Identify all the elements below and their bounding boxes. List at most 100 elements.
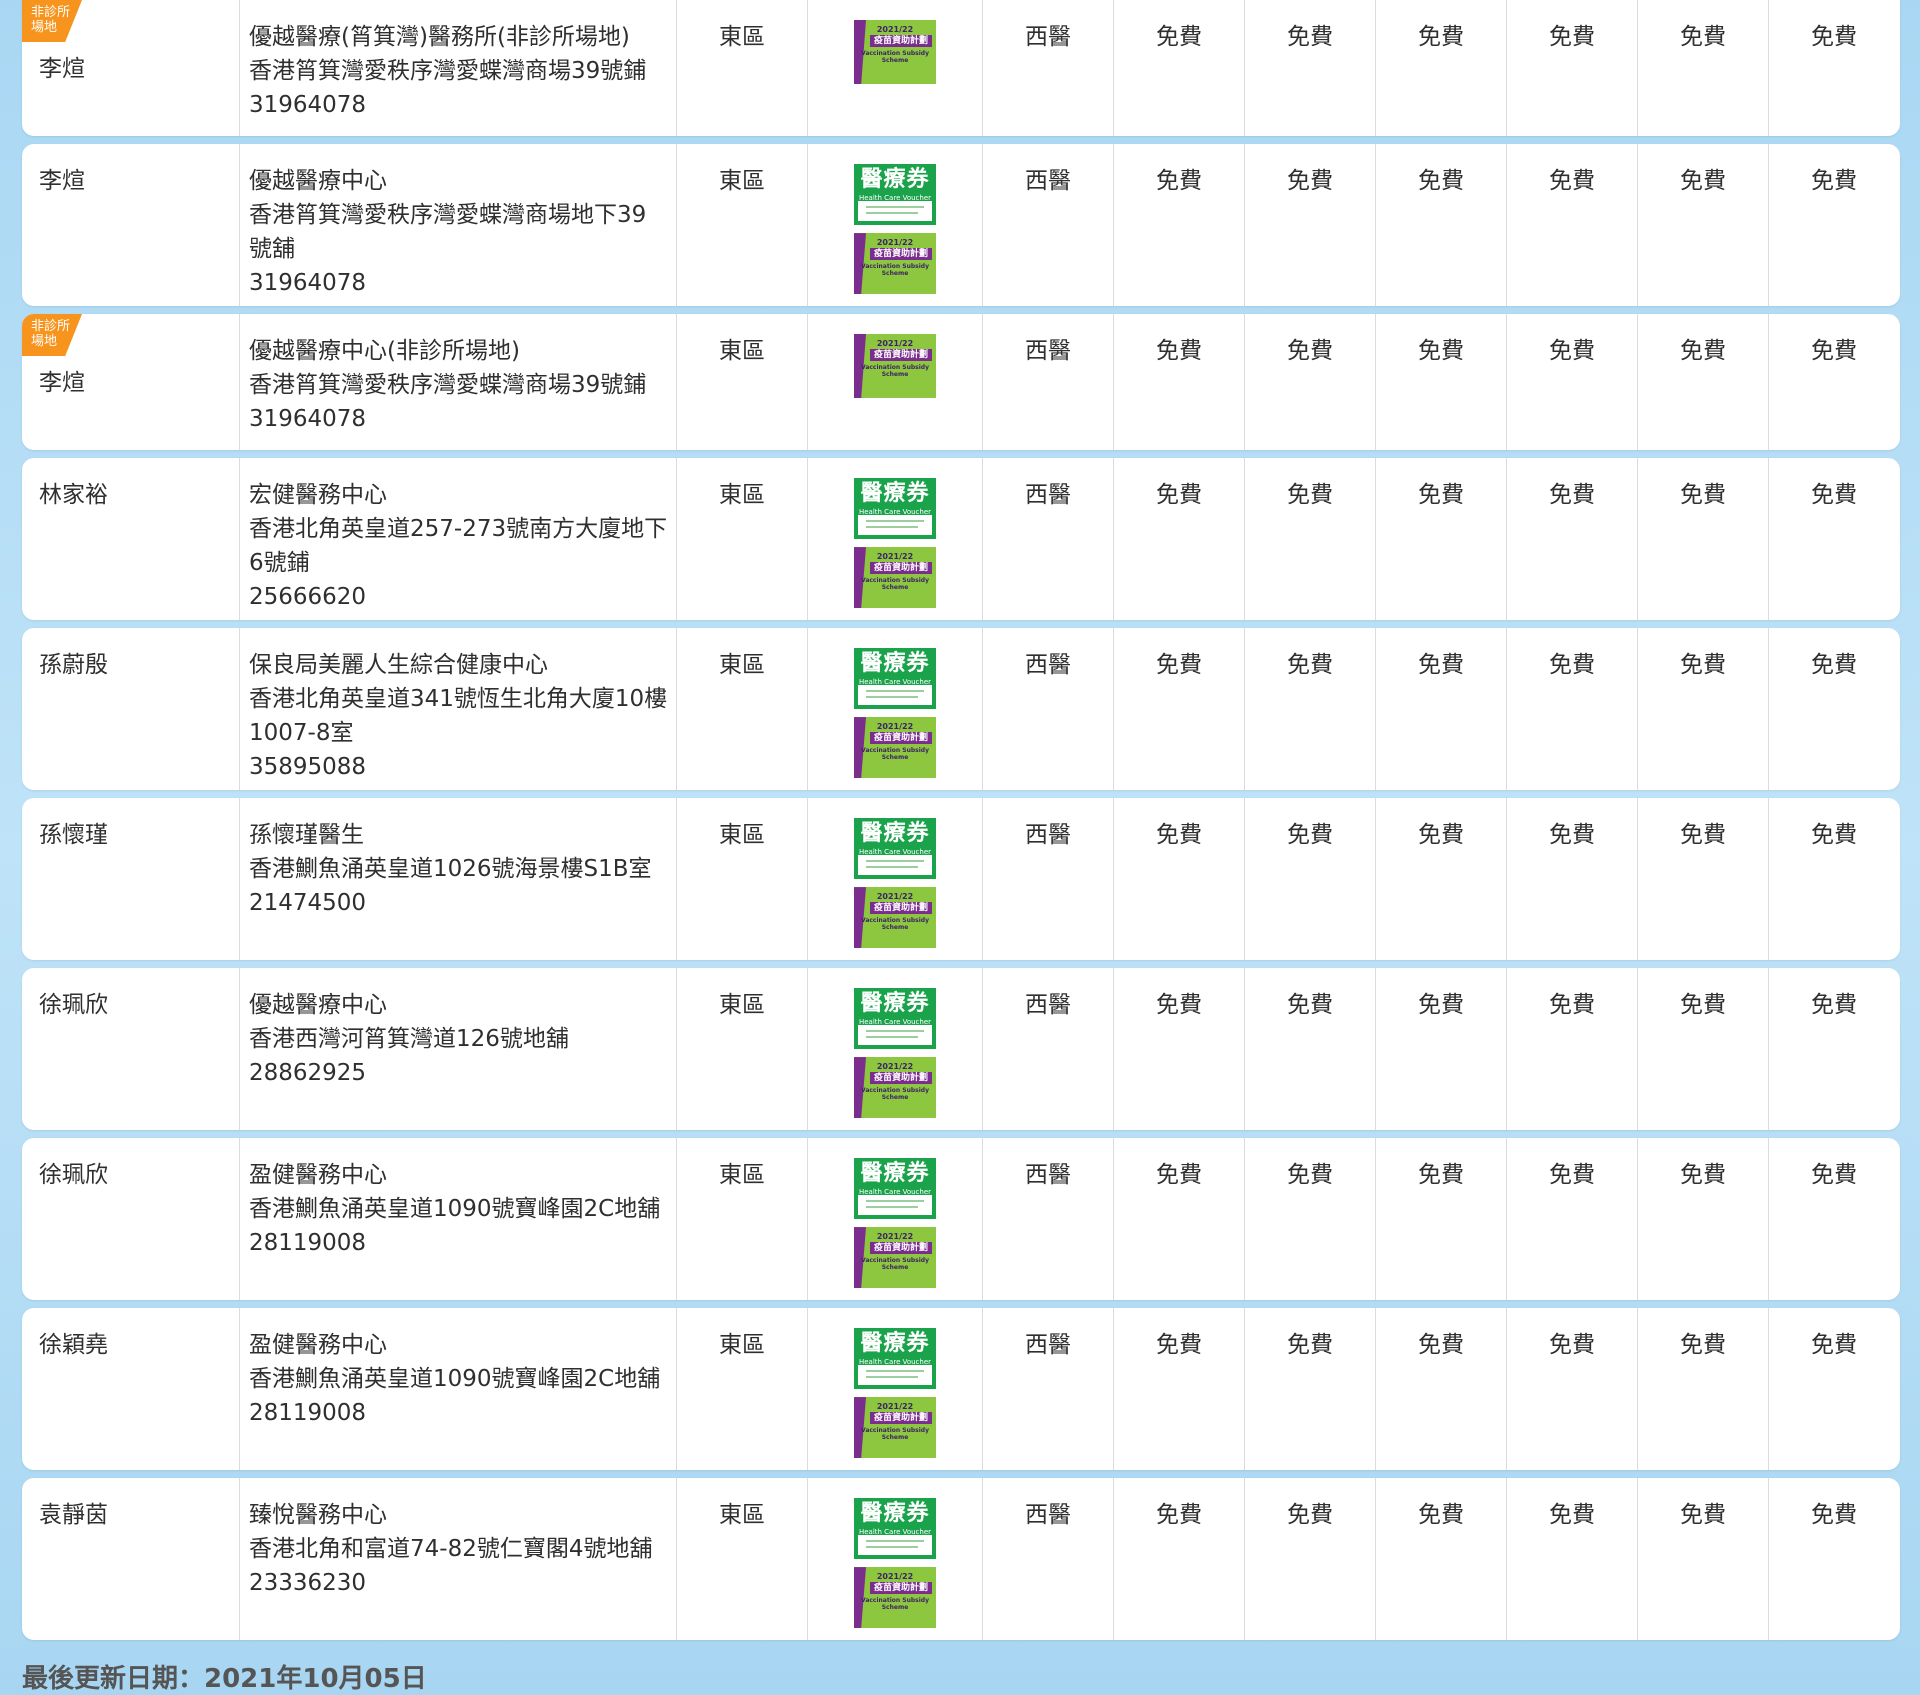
fee-cell: 免費 [1244, 144, 1375, 306]
fee-cell: 免費 [1244, 628, 1375, 790]
vss-logo-year: 2021/22 [876, 238, 914, 248]
fee-cell: 免費 [1768, 968, 1899, 1130]
fee-cell: 免費 [1375, 628, 1506, 790]
fee-cell: 免費 [1506, 314, 1637, 450]
fee-cell: 免費 [1506, 458, 1637, 620]
fee-cell: 免費 [1768, 1138, 1899, 1300]
doctor-name: 孫蔚殷 [39, 652, 108, 678]
fee-cell: 免費 [1637, 0, 1768, 136]
clinic-name: 保良局美麗人生綜合健康中心 [249, 652, 548, 678]
hcv-logo-footer [858, 1195, 932, 1216]
hcv-logo-zh: 醫療券 [860, 821, 930, 846]
fee-cell: 免費 [1375, 1138, 1506, 1300]
hcv-logo-zh: 醫療券 [860, 991, 930, 1016]
clinic-address: 香港筲箕灣愛秩序灣愛蝶灣商場39號鋪 [249, 58, 647, 84]
district-cell: 東區 [676, 458, 807, 620]
doctor-name: 李煊 [39, 370, 85, 396]
vaccination-subsidy-logo: 2021/22 疫苗資助計劃 Vaccination Subsidy Scheme [854, 20, 936, 84]
non-clinic-badge: 非診所場地 [22, 314, 82, 356]
fee-cell: 免費 [1768, 798, 1899, 960]
vss-logo-zh: 疫苗資助計劃 [870, 35, 932, 47]
scheme-cell: 醫療券 Health Care Voucher 2021/22 疫苗資助計劃 Vacci… [807, 458, 982, 620]
hcv-logo-footer [858, 855, 932, 876]
vss-logo-year: 2021/22 [876, 1232, 914, 1242]
scheme-cell: 2021/22 疫苗資助計劃 Vaccination Subsidy Scheme [807, 314, 982, 450]
fee-cell: 免費 [1637, 1138, 1768, 1300]
vss-logo-year: 2021/22 [876, 1572, 914, 1582]
health-care-voucher-logo: 醫療券 Health Care Voucher [854, 1328, 936, 1390]
hcv-logo-zh: 醫療券 [860, 1331, 930, 1356]
doctor-type-cell: 西醫 [982, 628, 1113, 790]
table-row: 孫懷瑾 孫懷瑾醫生 香港鰂魚涌英皇道1026號海景樓S1B室 21474500 東區 醫療… [22, 798, 1900, 960]
fee-cell: 免費 [1768, 1478, 1899, 1640]
vss-logo-zh: 疫苗資助計劃 [870, 1072, 932, 1085]
clinic-name: 宏健醫務中心 [249, 482, 387, 508]
fee-cell: 免費 [1637, 968, 1768, 1130]
scheme-cell: 醫療券 Health Care Voucher 2021/22 疫苗資助計劃 Vacci… [807, 968, 982, 1130]
hcv-logo-footer [858, 1535, 932, 1556]
vss-logo-zh: 疫苗資助計劃 [870, 732, 932, 745]
vss-logo-year: 2021/22 [876, 1062, 914, 1072]
district-cell: 東區 [676, 798, 807, 960]
fee-cell: 免費 [1244, 0, 1375, 136]
doctor-cell: 徐珮欣 [22, 968, 239, 1130]
hcv-logo-footer [858, 685, 932, 706]
vss-logo-en: Vaccination Subsidy Scheme [861, 577, 929, 592]
table-row: 李煊 優越醫療中心 香港筲箕灣愛秩序灣愛蝶灣商場地下39號舖 31964078 東區 醫療… [22, 144, 1900, 306]
clinic-address: 香港西灣河筲箕灣道126號地舖 [249, 1026, 569, 1052]
doctor-type-cell: 西醫 [982, 458, 1113, 620]
district-cell: 東區 [676, 628, 807, 790]
doctor-name: 李煊 [39, 56, 85, 82]
doctor-cell: 孫懷瑾 [22, 798, 239, 960]
doctor-name: 李煊 [39, 168, 85, 194]
clinic-cell: 優越醫療中心 香港筲箕灣愛秩序灣愛蝶灣商場地下39號舖 31964078 [239, 144, 676, 306]
fee-cell: 免費 [1506, 798, 1637, 960]
vss-logo-en: Vaccination Subsidy Scheme [861, 747, 929, 762]
doctor-name: 袁靜茵 [39, 1502, 108, 1528]
vaccination-subsidy-logo: 2021/22 疫苗資助計劃 Vaccination Subsidy Scheme [854, 547, 936, 608]
doctor-type-cell: 西醫 [982, 314, 1113, 450]
vaccination-subsidy-logo: 2021/22 疫苗資助計劃 Vaccination Subsidy Scheme [854, 334, 936, 398]
doctor-type-cell: 西醫 [982, 798, 1113, 960]
fee-cell: 免費 [1113, 1478, 1244, 1640]
fee-cell: 免費 [1244, 314, 1375, 450]
vss-logo-zh: 疫苗資助計劃 [870, 1412, 932, 1425]
fee-cell: 免費 [1375, 1308, 1506, 1470]
vss-logo-year: 2021/22 [876, 339, 914, 348]
fee-cell: 免費 [1113, 628, 1244, 790]
district-cell: 東區 [676, 968, 807, 1130]
hcv-logo-footer [858, 1025, 932, 1046]
vss-logo-en: Vaccination Subsidy Scheme [861, 1257, 929, 1272]
fee-cell: 免費 [1113, 144, 1244, 306]
clinic-name: 優越醫療中心 [249, 168, 387, 194]
fee-cell: 免費 [1375, 314, 1506, 450]
clinic-phone: 28119008 [249, 1400, 367, 1426]
health-care-voucher-logo: 醫療券 Health Care Voucher [854, 1158, 936, 1220]
scheme-cell: 2021/22 疫苗資助計劃 Vaccination Subsidy Scheme [807, 0, 982, 136]
clinic-cell: 盈健醫務中心 香港鰂魚涌英皇道1090號寶峰園2C地舖 28119008 [239, 1138, 676, 1300]
fee-cell: 免費 [1244, 1138, 1375, 1300]
doctor-name: 徐穎堯 [39, 1332, 108, 1358]
clinic-phone: 35895088 [249, 754, 367, 780]
fee-cell: 免費 [1637, 798, 1768, 960]
doctor-name: 林家裕 [39, 482, 108, 508]
vss-logo-year: 2021/22 [876, 552, 914, 562]
clinic-name: 優越醫療中心(非診所場地) [249, 338, 520, 364]
health-care-voucher-logo: 醫療券 Health Care Voucher [854, 988, 936, 1050]
hcv-logo-footer [858, 515, 932, 536]
doctor-cell: 非診所場地李煊 [22, 314, 239, 450]
hcv-logo-footer [858, 1365, 932, 1386]
fee-cell: 免費 [1637, 1478, 1768, 1640]
vss-logo-zh: 疫苗資助計劃 [870, 562, 932, 575]
fee-cell: 免費 [1506, 1308, 1637, 1470]
fee-cell: 免費 [1637, 144, 1768, 306]
hcv-logo-zh: 醫療券 [860, 1501, 930, 1526]
doctor-cell: 李煊 [22, 144, 239, 306]
fee-cell: 免費 [1768, 314, 1899, 450]
fee-cell: 免費 [1375, 144, 1506, 306]
scheme-cell: 醫療券 Health Care Voucher 2021/22 疫苗資助計劃 Vacci… [807, 1308, 982, 1470]
clinic-cell: 優越醫療中心(非診所場地) 香港筲箕灣愛秩序灣愛蝶灣商場39號鋪 31964078 [239, 314, 676, 450]
fee-cell: 免費 [1506, 628, 1637, 790]
fee-cell: 免費 [1375, 458, 1506, 620]
fee-cell: 免費 [1768, 628, 1899, 790]
